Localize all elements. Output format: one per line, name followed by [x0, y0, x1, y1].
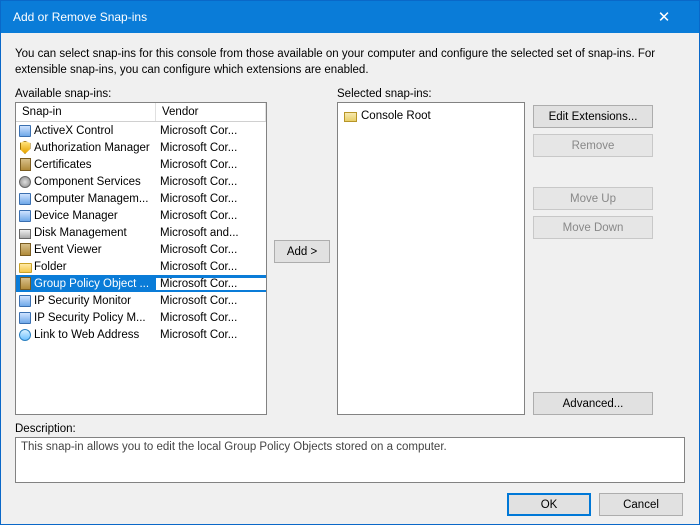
- list-item-vendor: Microsoft Cor...: [156, 159, 266, 171]
- window-title: Add or Remove Snap-ins: [13, 10, 641, 24]
- ok-button[interactable]: OK: [507, 493, 591, 516]
- cancel-button[interactable]: Cancel: [599, 493, 683, 516]
- description-box: This snap-in allows you to edit the loca…: [15, 437, 685, 483]
- list-item-name: IP Security Policy M...: [34, 312, 156, 324]
- gen-icon: [16, 125, 34, 137]
- spacer: [533, 245, 685, 386]
- list-item-name: ActiveX Control: [34, 125, 156, 137]
- gear-icon: [16, 176, 34, 188]
- list-item[interactable]: IP Security MonitorMicrosoft Cor...: [16, 292, 266, 309]
- list-item[interactable]: FolderMicrosoft Cor...: [16, 258, 266, 275]
- selected-label: Selected snap-ins:: [337, 88, 525, 100]
- spacer: [533, 163, 685, 181]
- right-buttons-column: Edit Extensions... Remove Move Up Move D…: [533, 88, 685, 415]
- book-icon: [16, 277, 34, 290]
- selected-listbox[interactable]: Console Root: [337, 102, 525, 415]
- gen-icon: [16, 295, 34, 307]
- list-item-name: Group Policy Object ...: [34, 278, 156, 290]
- list-item[interactable]: Link to Web AddressMicrosoft Cor...: [16, 326, 266, 343]
- list-item-vendor: Microsoft Cor...: [156, 329, 266, 341]
- list-item-name: Link to Web Address: [34, 329, 156, 341]
- tree-root-label: Console Root: [361, 110, 431, 122]
- available-header: Snap-in Vendor: [16, 103, 266, 122]
- list-item[interactable]: Disk ManagementMicrosoft and...: [16, 224, 266, 241]
- list-item-name: Event Viewer: [34, 244, 156, 256]
- shield-icon: [16, 141, 34, 154]
- available-listbox[interactable]: Snap-in Vendor ActiveX ControlMicrosoft …: [15, 102, 267, 415]
- list-item[interactable]: Group Policy Object ...Microsoft Cor...: [16, 275, 266, 292]
- list-item-name: Component Services: [34, 176, 156, 188]
- disk-icon: [16, 227, 34, 239]
- intro-text: You can select snap-ins for this console…: [15, 47, 685, 78]
- dialog-content: You can select snap-ins for this console…: [1, 33, 699, 524]
- selected-column: Selected snap-ins: Console Root: [337, 88, 525, 415]
- move-down-button[interactable]: Move Down: [533, 216, 653, 239]
- description-label: Description:: [15, 423, 685, 435]
- list-item[interactable]: Component ServicesMicrosoft Cor...: [16, 173, 266, 190]
- list-item-vendor: Microsoft Cor...: [156, 312, 266, 324]
- list-item-name: Device Manager: [34, 210, 156, 222]
- list-item-name: Disk Management: [34, 227, 156, 239]
- dialog-window: Add or Remove Snap-ins ✕ You can select …: [0, 0, 700, 525]
- main-row: Available snap-ins: Snap-in Vendor Activ…: [15, 88, 685, 415]
- header-snapin[interactable]: Snap-in: [16, 103, 156, 121]
- list-item-name: Computer Managem...: [34, 193, 156, 205]
- remove-button[interactable]: Remove: [533, 134, 653, 157]
- add-button[interactable]: Add >: [274, 240, 330, 263]
- list-item-name: Certificates: [34, 159, 156, 171]
- list-item-vendor: Microsoft Cor...: [156, 261, 266, 273]
- list-item[interactable]: ActiveX ControlMicrosoft Cor...: [16, 122, 266, 139]
- list-item-vendor: Microsoft Cor...: [156, 193, 266, 205]
- folder-icon: [16, 261, 34, 273]
- list-item-vendor: Microsoft Cor...: [156, 244, 266, 256]
- edit-extensions-button[interactable]: Edit Extensions...: [533, 105, 653, 128]
- link-icon: [16, 329, 34, 341]
- gen-icon: [16, 210, 34, 222]
- list-item-vendor: Microsoft and...: [156, 227, 266, 239]
- folder-icon: [344, 112, 357, 122]
- list-item-vendor: Microsoft Cor...: [156, 142, 266, 154]
- available-list-body[interactable]: ActiveX ControlMicrosoft Cor...Authoriza…: [16, 122, 266, 414]
- advanced-button[interactable]: Advanced...: [533, 392, 653, 415]
- selected-tree: Console Root: [338, 103, 524, 414]
- dialog-buttons: OK Cancel: [15, 493, 685, 516]
- list-item-vendor: Microsoft Cor...: [156, 125, 266, 137]
- list-item-vendor: Microsoft Cor...: [156, 176, 266, 188]
- available-column: Available snap-ins: Snap-in Vendor Activ…: [15, 88, 267, 415]
- list-item[interactable]: IP Security Policy M...Microsoft Cor...: [16, 309, 266, 326]
- gen-icon: [16, 312, 34, 324]
- titlebar: Add or Remove Snap-ins ✕: [1, 1, 699, 33]
- gen-icon: [16, 193, 34, 205]
- list-item[interactable]: Device ManagerMicrosoft Cor...: [16, 207, 266, 224]
- list-item-name: IP Security Monitor: [34, 295, 156, 307]
- close-icon[interactable]: ✕: [641, 8, 687, 26]
- available-label: Available snap-ins:: [15, 88, 267, 100]
- book-icon: [16, 243, 34, 256]
- list-item-vendor: Microsoft Cor...: [156, 210, 266, 222]
- description-area: Description: This snap-in allows you to …: [15, 423, 685, 483]
- book-icon: [16, 158, 34, 171]
- list-item[interactable]: Computer Managem...Microsoft Cor...: [16, 190, 266, 207]
- header-vendor[interactable]: Vendor: [156, 103, 266, 121]
- list-item-name: Folder: [34, 261, 156, 273]
- list-item[interactable]: Event ViewerMicrosoft Cor...: [16, 241, 266, 258]
- move-up-button[interactable]: Move Up: [533, 187, 653, 210]
- list-item-name: Authorization Manager: [34, 142, 156, 154]
- list-item[interactable]: Authorization ManagerMicrosoft Cor...: [16, 139, 266, 156]
- list-item[interactable]: CertificatesMicrosoft Cor...: [16, 156, 266, 173]
- list-item-vendor: Microsoft Cor...: [156, 278, 266, 290]
- list-item-vendor: Microsoft Cor...: [156, 295, 266, 307]
- middle-column: Add >: [275, 88, 329, 415]
- tree-root-item[interactable]: Console Root: [344, 107, 518, 124]
